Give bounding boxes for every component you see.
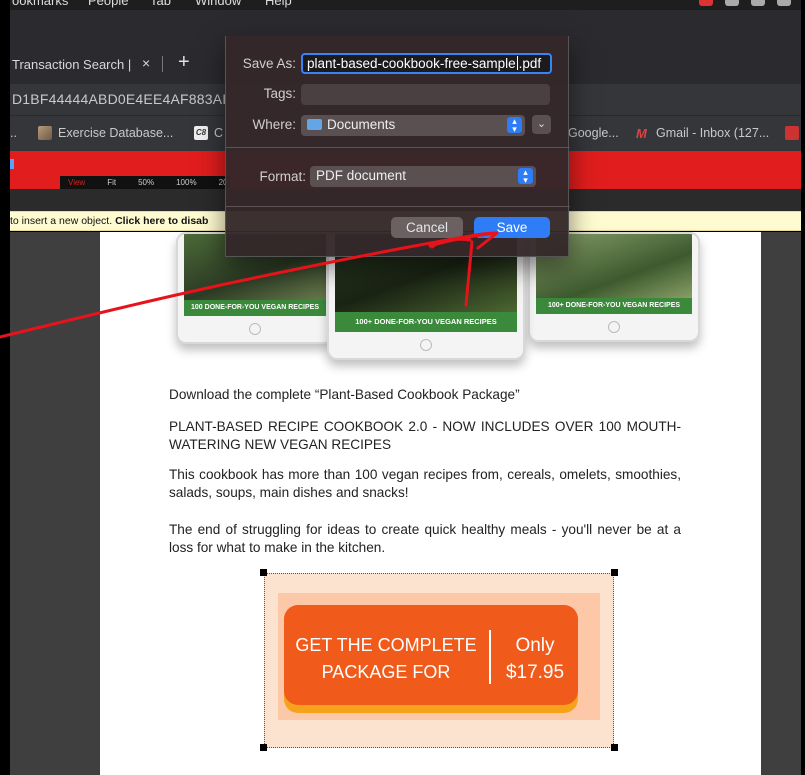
bookmark-exercise-database[interactable]: Exercise Database... xyxy=(38,126,173,140)
tab-transaction-search[interactable]: Transaction Search | xyxy=(12,57,131,72)
zoom-100[interactable]: 100% xyxy=(176,178,196,187)
address-text[interactable]: D1BF44444ABD0E4EE4AF883AI xyxy=(12,91,226,107)
bookmark-c[interactable]: C8 C xyxy=(194,126,223,140)
filename-input[interactable]: plant-based-cookbook-free-sample .pdf xyxy=(301,53,552,74)
tool-icon[interactable] xyxy=(10,159,14,169)
filename-text: plant-based-cookbook-free-sample xyxy=(307,56,516,71)
home-button-icon xyxy=(608,321,620,333)
right-frame xyxy=(801,0,805,775)
close-tab-icon[interactable]: × xyxy=(142,55,150,71)
chevron-updown-icon: ▴ ▾ xyxy=(507,117,522,134)
menu-people[interactable]: People xyxy=(88,0,128,8)
tags-input[interactable] xyxy=(301,84,550,105)
red-favicon-icon xyxy=(785,126,799,140)
bookmark-label: Exercise Database... xyxy=(58,126,174,140)
record-icon[interactable] xyxy=(699,0,713,6)
left-frame xyxy=(0,0,10,775)
zoom-fit[interactable]: Fit xyxy=(107,178,116,187)
zoom-strip: View Fit 50% 100% 20 xyxy=(60,176,230,189)
get-package-button[interactable]: GET THE COMPLETE PACKAGE FOR Only $17.95 xyxy=(284,605,578,705)
expand-dialog-button[interactable]: ⌄ xyxy=(532,115,551,134)
promo-price: Only $17.95 xyxy=(494,632,576,686)
bookmark-label: Google... xyxy=(568,126,619,140)
view-label: View xyxy=(68,178,86,187)
gmail-icon: M xyxy=(636,126,647,141)
bookmark-label: Gmail - Inbox (127... xyxy=(656,126,770,140)
menu-help[interactable]: Help xyxy=(265,0,292,8)
tablet-band-right: 100+ DONE-FOR-YOU VEGAN RECIPES xyxy=(536,298,692,314)
tablet-band-left: 100 DONE-FOR-YOU VEGAN RECIPES xyxy=(184,300,326,316)
resize-handle-tl[interactable] xyxy=(260,569,267,576)
home-button-icon xyxy=(249,323,261,335)
filename-ext: .pdf xyxy=(518,56,542,71)
promo-divider xyxy=(489,630,491,684)
chevron-updown-icon: ▴ ▾ xyxy=(518,168,533,185)
promo-line-2: PACKAGE FOR xyxy=(321,662,451,682)
resize-handle-tr[interactable] xyxy=(611,569,618,576)
doc-paragraph-4[interactable]: The end of struggling for ideas to creat… xyxy=(169,521,681,557)
format-value: PDF document xyxy=(316,168,407,183)
promo-only: Only xyxy=(515,635,555,656)
cancel-button[interactable]: Cancel xyxy=(391,217,463,238)
menu-tab[interactable]: Tab xyxy=(150,0,171,8)
resize-handle-bl[interactable] xyxy=(260,744,267,751)
bookmark-label: C xyxy=(214,126,224,140)
tab-divider xyxy=(162,56,163,72)
dialog-separator xyxy=(226,147,570,148)
tablet-band-center: 100+ DONE-FOR-YOU VEGAN RECIPES xyxy=(335,312,517,332)
format-label: Format: xyxy=(259,169,306,184)
tags-label: Tags: xyxy=(263,86,296,101)
doc-paragraph-3[interactable]: This cookbook has more than 100 vegan re… xyxy=(169,466,681,502)
where-label: Where: xyxy=(252,117,296,132)
zoom-50[interactable]: 50% xyxy=(138,178,154,187)
where-value: Documents xyxy=(327,117,396,132)
menu-bar: ookmarks People Tab Window Help xyxy=(10,0,801,10)
save-button[interactable]: Save xyxy=(474,217,550,238)
status-icons xyxy=(699,0,791,6)
dialog-separator xyxy=(226,206,570,207)
format-select[interactable]: PDF document ▴ ▾ xyxy=(310,166,536,187)
promo-line-1: GET THE COMPLETE xyxy=(295,635,477,655)
c-favicon-icon: C8 xyxy=(194,126,208,140)
screen: ookmarks People Tab Window Help Transact… xyxy=(0,0,805,775)
bookmark-overflow[interactable]: .. xyxy=(10,126,17,140)
doc-paragraph-1[interactable]: Download the complete “Plant-Based Cookb… xyxy=(169,386,681,404)
bookmark-gmail[interactable]: M Gmail - Inbox (127... xyxy=(636,126,770,141)
home-button-icon xyxy=(420,339,432,351)
folder-icon xyxy=(307,119,322,130)
bookmark-extra[interactable] xyxy=(785,126,799,140)
save-dialog: Save As: plant-based-cookbook-free-sampl… xyxy=(225,36,570,257)
resize-handle-br[interactable] xyxy=(611,744,618,751)
menu-bookmarks[interactable]: ookmarks xyxy=(12,0,68,8)
where-select[interactable]: Documents ▴ ▾ xyxy=(301,115,525,136)
vpn-icon[interactable] xyxy=(777,0,791,6)
text-caret xyxy=(516,56,518,70)
save-as-label: Save As: xyxy=(242,56,296,71)
new-tab-button[interactable]: + xyxy=(178,51,190,74)
doc-paragraph-2[interactable]: PLANT-BASED RECIPE COOKBOOK 2.0 - NOW IN… xyxy=(169,418,681,454)
promo-amount: $17.95 xyxy=(505,662,565,683)
menu-window[interactable]: Window xyxy=(195,0,241,8)
promo-left-text: GET THE COMPLETE PACKAGE FOR xyxy=(284,632,488,686)
notice-text: to insert a new object. xyxy=(10,215,116,227)
bookmark-google[interactable]: Google... xyxy=(568,126,619,140)
display-icon[interactable] xyxy=(725,0,739,6)
disable-notice-link[interactable]: Click here to disab xyxy=(115,215,208,227)
sync-icon[interactable] xyxy=(751,0,765,6)
photo-favicon-icon xyxy=(38,126,52,140)
